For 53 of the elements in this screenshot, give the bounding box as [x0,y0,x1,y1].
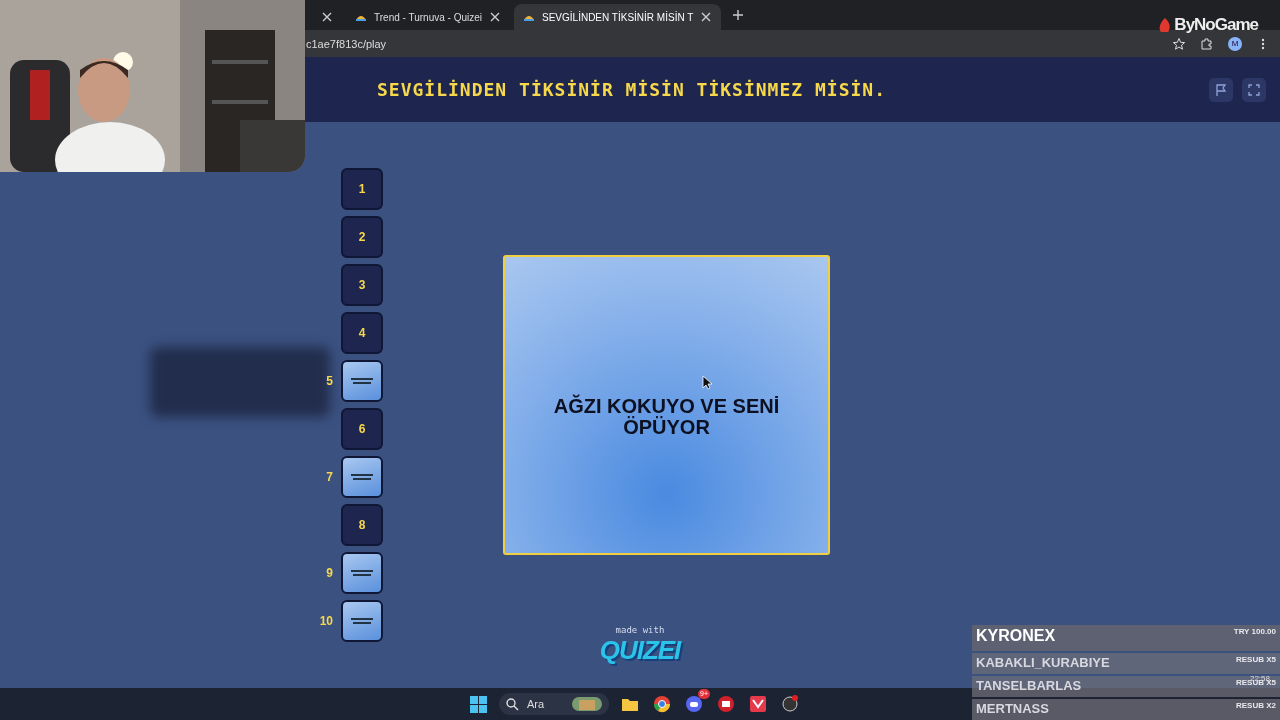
slot-number: 7 [325,470,333,484]
answered-slot[interactable] [341,360,383,402]
text-lines-icon [351,570,373,576]
flame-icon [1157,17,1173,33]
quizei-logo[interactable]: QUIZEI [599,635,681,666]
star-icon [1172,36,1186,51]
subscriber-alert: MERTNASS RESUB X2 [972,699,1280,720]
taskbar-app[interactable] [779,693,801,715]
browser-icon [653,695,671,713]
text-lines-icon [351,474,373,480]
answered-slot[interactable] [341,552,383,594]
text-lines-icon [351,618,373,624]
question-slot[interactable]: 2 [341,216,383,258]
browser-tab[interactable]: SEVGİLİNDEN TİKSİNİR MİSİN T [514,4,722,30]
stream-logo: ByNoGame [1157,15,1258,35]
question-slot[interactable]: 3 [341,264,383,306]
answered-slot[interactable] [341,456,383,498]
cursor-icon [702,375,712,390]
browser-tab[interactable]: Trend - Turnuva - Quizei [346,4,510,30]
taskbar-search[interactable]: Ara [499,693,609,715]
made-with-caption: made with [615,625,665,635]
plus-icon [731,8,746,22]
address-bar[interactable]: c1ae7f813c/play [306,37,1158,50]
question-slot[interactable]: 4 [341,312,383,354]
subscriber-alert: KABAKLI_KURABIYE RESUB X5 [972,653,1280,674]
record-icon [781,695,799,713]
fullscreen-button[interactable] [1242,77,1266,102]
windows-icon [468,694,488,714]
quiz-title: SEVGİLİNDEN TİKSİNİR MİSİN TİKSİNMEZ MİSİN. [377,79,887,100]
slot-number: 9 [325,566,333,580]
donation-alert: KYRONEX TRY 100.00 [972,625,1280,651]
flag-icon [1214,82,1228,97]
card-text: AĞZI KOKUYO VE SENİ ÖPÜYOR [552,396,781,438]
question-slot[interactable]: 1 [341,168,383,210]
profile-avatar[interactable]: M [1228,36,1242,51]
text-lines-icon [351,378,373,384]
v-logo-icon [749,695,767,713]
taskbar-app[interactable] [747,693,769,715]
close-icon [320,10,334,24]
slot-number: 5 [325,374,333,388]
search-icon [505,697,519,711]
fullscreen-icon [1247,82,1261,97]
start-button[interactable] [467,693,489,715]
slot-number: 10 [318,614,333,628]
report-button[interactable] [1209,77,1233,102]
question-slot[interactable]: 6 [341,408,383,450]
answered-slot[interactable] [341,600,383,642]
taskbar-app[interactable] [651,693,673,715]
question-slot[interactable]: 8 [341,504,383,546]
puzzle-icon [1200,36,1214,51]
chat-app-icon [685,695,703,713]
question-card[interactable]: AĞZI KOKUYO VE SENİ ÖPÜYOR [503,255,830,555]
close-icon [488,10,502,24]
